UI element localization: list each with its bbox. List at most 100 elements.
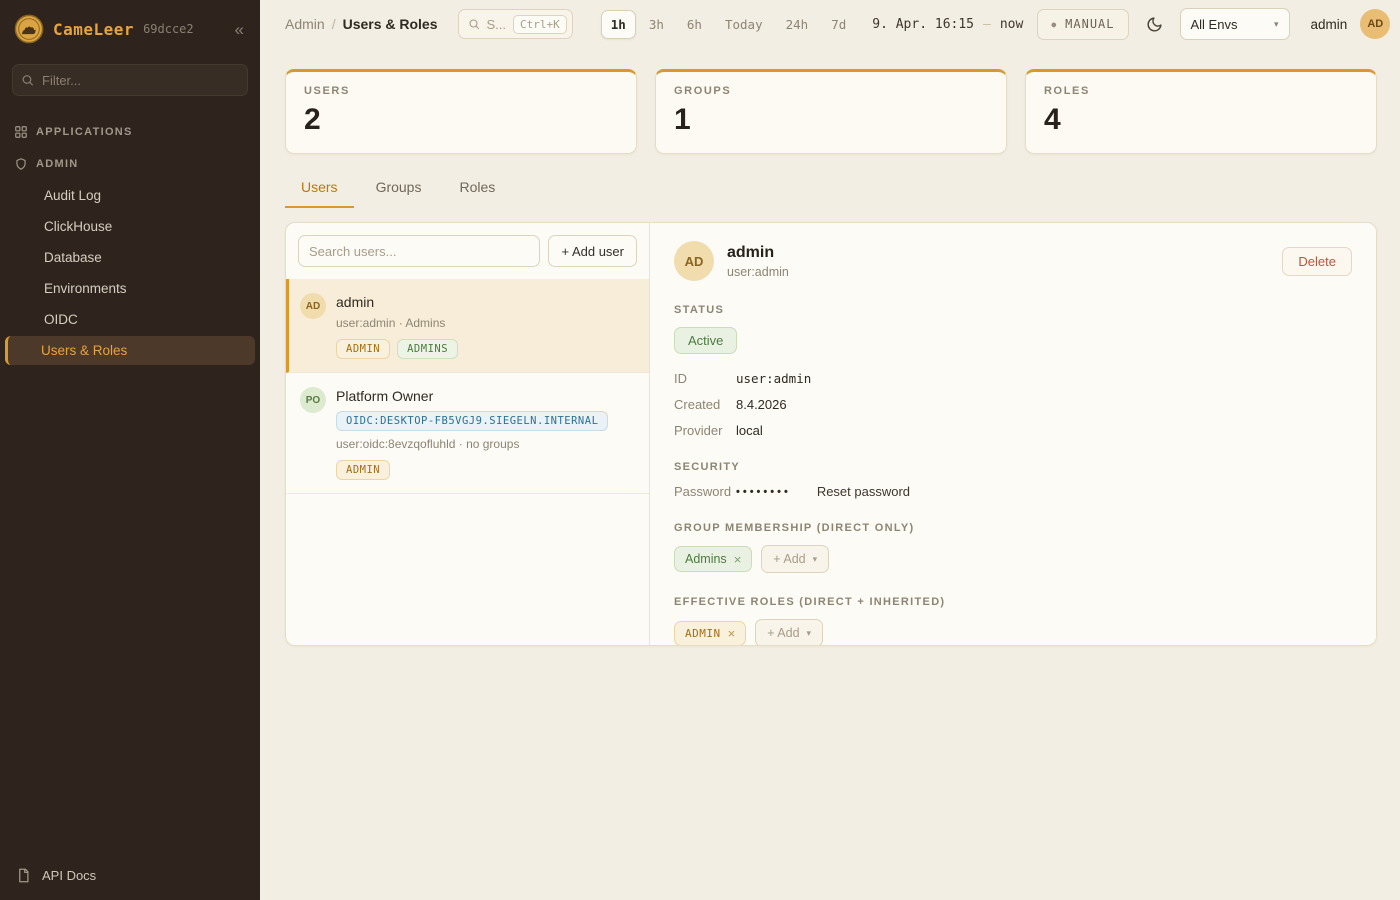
password-label: Password — [674, 484, 736, 499]
time-window-display[interactable]: 9. Apr. 16:15 — now — [872, 17, 1023, 32]
sidebar: CameLeer 69dcce2 « APPLICATIONS ADMIN Au… — [0, 0, 260, 900]
user-item-oidc-row: OIDC:DESKTOP-FB5VGJ9.SIEGELN.INTERNAL — [336, 411, 635, 431]
remove-role-button[interactable]: × — [728, 627, 736, 640]
field-row-created: Created 8.4.2026 — [674, 397, 1352, 412]
stats-row: USERS 2 GROUPS 1 ROLES 4 — [285, 69, 1377, 154]
time-range-today[interactable]: Today — [715, 10, 773, 39]
detail-tabs: Users Groups Roles — [285, 171, 1377, 208]
time-range-6h[interactable]: 6h — [677, 10, 712, 39]
stat-value: 4 — [1044, 103, 1358, 137]
oidc-issuer-badge: OIDC:DESKTOP-FB5VGJ9.SIEGELN.INTERNAL — [336, 411, 608, 431]
app-root: CameLeer 69dcce2 « APPLICATIONS ADMIN Au… — [0, 0, 1400, 900]
stat-card-groups[interactable]: GROUPS 1 — [655, 69, 1007, 154]
user-avatar: PO — [300, 387, 326, 413]
tab-roles[interactable]: Roles — [443, 171, 511, 208]
user-detail-column: AD admin user:admin Delete STATUS Active… — [650, 223, 1376, 645]
user-avatar[interactable]: AD — [1360, 9, 1390, 39]
delete-user-button[interactable]: Delete — [1282, 247, 1352, 276]
add-role-label: + Add — [767, 626, 799, 640]
grid-icon — [14, 125, 28, 139]
password-row: Password •••••••• Reset password — [674, 484, 1352, 499]
user-detail-id: user:admin — [727, 265, 789, 279]
time-range-24h[interactable]: 24h — [776, 10, 819, 39]
sidebar-item-users-roles[interactable]: Users & Roles — [5, 336, 255, 365]
app-logo-icon — [14, 14, 44, 44]
refresh-mode-button[interactable]: ● MANUAL — [1037, 9, 1128, 40]
keyboard-shortcut-badge: Ctrl+K — [513, 15, 567, 34]
group-badge: ADMINS — [397, 339, 458, 359]
command-palette-button[interactable]: S... Ctrl+K — [458, 9, 573, 39]
user-search-input[interactable] — [298, 235, 540, 267]
sidebar-item-audit-log[interactable]: Audit Log — [0, 181, 260, 210]
sidebar-section-label: ADMIN — [36, 158, 79, 170]
sidebar-item-database[interactable]: Database — [0, 243, 260, 272]
topbar: Admin / Users & Roles S... Ctrl+K 1h 3h … — [260, 0, 1400, 48]
time-range-1h[interactable]: 1h — [601, 10, 636, 39]
sidebar-filter-input[interactable] — [12, 64, 248, 96]
user-identity: admin user:admin — [727, 244, 789, 279]
stat-card-users[interactable]: USERS 2 — [285, 69, 637, 154]
sidebar-section-applications[interactable]: APPLICATIONS — [0, 116, 260, 148]
breadcrumb-current: Users & Roles — [343, 16, 438, 32]
role-chip-label: ADMIN — [685, 627, 721, 640]
search-icon — [21, 74, 34, 87]
user-list-toolbar: + Add user — [286, 223, 649, 279]
user-name-label: admin — [1311, 17, 1348, 32]
effective-roles-heading: EFFECTIVE ROLES (DIRECT + INHERITED) — [674, 596, 1352, 608]
group-membership-heading: GROUP MEMBERSHIP (DIRECT ONLY) — [674, 522, 1352, 534]
sidebar-item-environments[interactable]: Environments — [0, 274, 260, 303]
user-list-item-platform-owner[interactable]: PO Platform Owner OIDC:DESKTOP-FB5VGJ9.S… — [286, 373, 649, 494]
security-section-heading: SECURITY — [674, 461, 1352, 473]
password-mask: •••••••• — [736, 486, 791, 498]
environment-value: All Envs — [1191, 17, 1238, 32]
time-range-7d[interactable]: 7d — [821, 10, 856, 39]
user-item-badges: ADMIN ADMINS — [336, 339, 635, 359]
tab-users[interactable]: Users — [285, 171, 354, 208]
field-label: Provider — [674, 423, 736, 438]
sidebar-section-admin[interactable]: ADMIN — [0, 148, 260, 180]
user-avatar: AD — [674, 241, 714, 281]
sidebar-collapse-button[interactable]: « — [233, 21, 246, 38]
user-item-body: Platform Owner OIDC:DESKTOP-FB5VGJ9.SIEG… — [336, 385, 635, 480]
field-value: local — [736, 423, 763, 438]
status-section-heading: STATUS — [674, 304, 1352, 316]
role-chip-admin: ADMIN × — [674, 621, 746, 646]
api-docs-link[interactable]: API Docs — [0, 851, 260, 900]
add-group-button[interactable]: + Add ▾ — [761, 545, 829, 573]
remove-group-button[interactable]: × — [734, 553, 742, 566]
stat-card-roles[interactable]: ROLES 4 — [1025, 69, 1377, 154]
document-icon — [16, 868, 31, 883]
sidebar-filter — [12, 64, 248, 96]
time-range-group: 1h 3h 6h Today 24h 7d — [601, 10, 856, 39]
api-docs-label: API Docs — [42, 868, 96, 883]
user-detail-header: AD admin user:admin Delete — [674, 241, 1352, 281]
status-dot-icon: ● — [1051, 20, 1057, 29]
user-list-item-admin[interactable]: AD admin user:admin · Admins ADMIN ADMIN… — [286, 279, 649, 373]
sidebar-nav: Audit Log ClickHouse Database Environmen… — [0, 180, 260, 374]
breadcrumb-admin-link[interactable]: Admin — [285, 16, 325, 32]
time-to: now — [1000, 17, 1023, 32]
field-value: 8.4.2026 — [736, 397, 787, 412]
sidebar-item-oidc[interactable]: OIDC — [0, 305, 260, 334]
theme-toggle-button[interactable] — [1142, 12, 1167, 37]
tab-groups[interactable]: Groups — [360, 171, 438, 208]
role-chips-row: ADMIN × + Add ▾ — [674, 619, 1352, 645]
main-area: Admin / Users & Roles S... Ctrl+K 1h 3h … — [260, 0, 1400, 900]
environment-select[interactable]: All Envs ▾ — [1180, 8, 1290, 40]
stat-value: 2 — [304, 103, 618, 137]
field-label: ID — [674, 371, 736, 386]
sidebar-item-clickhouse[interactable]: ClickHouse — [0, 212, 260, 241]
field-value: user:admin — [736, 371, 811, 386]
sidebar-section-label: APPLICATIONS — [36, 126, 133, 138]
add-role-button[interactable]: + Add ▾ — [755, 619, 823, 645]
breadcrumb-separator: / — [332, 16, 336, 32]
reset-password-link[interactable]: Reset password — [817, 484, 910, 499]
time-range-3h[interactable]: 3h — [639, 10, 674, 39]
add-user-button[interactable]: + Add user — [548, 235, 637, 267]
topbar-right: ● MANUAL All Envs ▾ admin AD — [1037, 8, 1390, 40]
detail-fields: ID user:admin Created 8.4.2026 Provider … — [674, 371, 1352, 438]
search-icon — [468, 18, 480, 30]
caret-down-icon: ▾ — [807, 628, 812, 639]
field-label: Created — [674, 397, 736, 412]
user-item-subtitle: user:oidc:8evzqofluhld · no groups — [336, 437, 635, 451]
